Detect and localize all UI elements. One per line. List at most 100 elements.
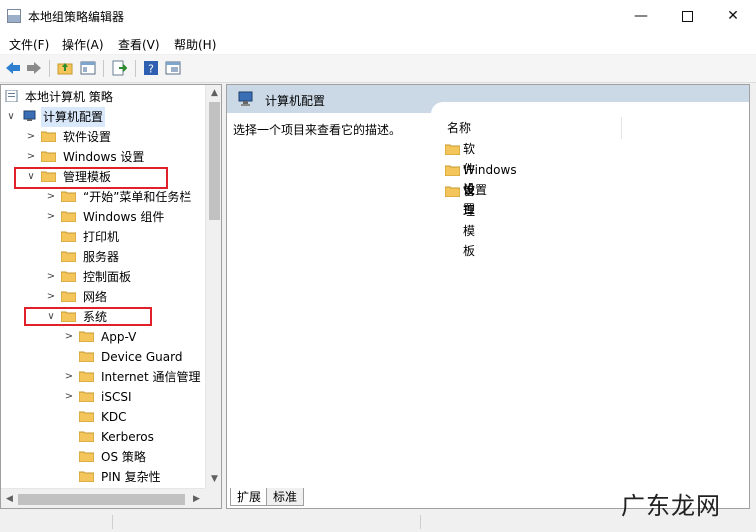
folder-icon bbox=[79, 451, 94, 462]
tree-pane[interactable]: 本地计算机 策略 ∨ 计算机配置 > 软件设置 > Windows 设置 ∨ 管… bbox=[0, 84, 222, 509]
list-item-label: 管理模板 bbox=[463, 184, 476, 258]
scroll-right-icon[interactable]: ▶ bbox=[188, 491, 205, 507]
tree-label: 本地计算机 策略 bbox=[25, 90, 113, 104]
header-curve bbox=[431, 102, 749, 114]
maximize-icon bbox=[681, 10, 693, 22]
scroll-up-icon[interactable]: ▲ bbox=[206, 85, 221, 101]
folder-icon bbox=[79, 331, 94, 342]
tree-label: “开始”菜单和任务栏 bbox=[83, 190, 192, 204]
tree-horizontal-scrollbar[interactable]: ◀ ▶ bbox=[1, 488, 205, 508]
tree-label: 服务器 bbox=[83, 250, 120, 264]
chevron-right-icon[interactable]: > bbox=[63, 327, 75, 347]
watermark-text: 广东龙网 bbox=[621, 492, 721, 520]
tree-vertical-scrollbar[interactable]: ▲ ▼ bbox=[205, 85, 221, 488]
chevron-down-icon[interactable]: ∨ bbox=[5, 107, 17, 127]
tree-label: Windows 设置 bbox=[63, 150, 145, 164]
tree-label: Windows 组件 bbox=[83, 210, 165, 224]
folder-icon bbox=[61, 191, 76, 202]
help-icon[interactable]: ? bbox=[143, 60, 159, 76]
highlight-admin-templates bbox=[14, 167, 168, 189]
chevron-right-icon[interactable]: > bbox=[25, 147, 37, 167]
tree-label: App-V bbox=[101, 330, 137, 344]
tree-label: Device Guard bbox=[101, 350, 183, 364]
folder-icon bbox=[61, 211, 76, 222]
column-header-label: 名称 bbox=[447, 121, 472, 135]
column-header-name[interactable]: 名称 bbox=[435, 117, 622, 139]
folder-icon bbox=[79, 471, 94, 482]
folder-icon bbox=[61, 231, 76, 242]
tree-label: Internet 通信管理 bbox=[101, 370, 201, 384]
folder-icon bbox=[445, 144, 460, 155]
computer-icon bbox=[23, 110, 36, 121]
menu-view[interactable]: 查看(V) bbox=[118, 36, 160, 53]
folder-icon bbox=[41, 151, 56, 162]
minimize-button[interactable]: — bbox=[618, 0, 664, 32]
back-arrow-icon[interactable] bbox=[5, 60, 21, 76]
folder-icon bbox=[41, 131, 56, 142]
folder-icon bbox=[61, 291, 76, 302]
chevron-right-icon[interactable]: > bbox=[45, 187, 57, 207]
tree-label: PIN 复杂性 bbox=[101, 470, 161, 484]
highlight-system bbox=[24, 307, 152, 326]
chevron-right-icon[interactable]: > bbox=[45, 287, 57, 307]
tree-label: iSCSI bbox=[101, 390, 132, 404]
chevron-right-icon[interactable]: > bbox=[45, 207, 57, 227]
details-header: 计算机配置 bbox=[227, 85, 749, 114]
folder-icon bbox=[61, 251, 76, 262]
scroll-thumb[interactable] bbox=[18, 494, 185, 505]
up-folder-icon[interactable] bbox=[57, 60, 73, 76]
chevron-right-icon[interactable]: > bbox=[63, 367, 75, 387]
menu-help[interactable]: 帮助(H) bbox=[174, 36, 216, 53]
scroll-corner bbox=[205, 488, 221, 508]
menu-file[interactable]: 文件(F) bbox=[9, 36, 49, 53]
folder-icon bbox=[61, 271, 76, 282]
title-bar: 本地组策略编辑器 — ✕ bbox=[0, 0, 756, 32]
svg-text:?: ? bbox=[148, 63, 154, 76]
close-button[interactable]: ✕ bbox=[710, 0, 756, 32]
scroll-left-icon[interactable]: ◀ bbox=[1, 491, 18, 507]
tab-extended[interactable]: 扩展 bbox=[230, 488, 269, 506]
tab-standard[interactable]: 标准 bbox=[266, 488, 305, 506]
maximize-button[interactable] bbox=[664, 0, 710, 32]
tree-label: 计算机配置 bbox=[41, 107, 106, 127]
details-title: 计算机配置 bbox=[265, 94, 326, 108]
folder-icon bbox=[79, 411, 94, 422]
folder-icon bbox=[79, 431, 94, 442]
policy-document-icon bbox=[5, 90, 18, 102]
menu-bar: 文件(F) 操作(A) 查看(V) 帮助(H) bbox=[0, 32, 756, 54]
chevron-right-icon[interactable]: > bbox=[45, 267, 57, 287]
tree-label: Kerberos bbox=[101, 430, 154, 444]
details-pane[interactable]: 计算机配置 选择一个项目来查看它的描述。 名称 软件设置 Windows 设置 … bbox=[226, 84, 750, 509]
app-icon bbox=[7, 9, 21, 23]
folder-icon bbox=[445, 186, 460, 197]
window-title: 本地组策略编辑器 bbox=[28, 10, 125, 24]
folder-icon bbox=[79, 391, 94, 402]
tree-label: 软件设置 bbox=[63, 130, 112, 144]
tree-label: KDC bbox=[101, 410, 127, 424]
scroll-down-icon[interactable]: ▼ bbox=[206, 471, 221, 487]
show-hide-tree-icon[interactable] bbox=[80, 60, 96, 76]
scroll-thumb[interactable] bbox=[209, 102, 220, 220]
tree-label: 打印机 bbox=[83, 230, 120, 244]
tree-label: 控制面板 bbox=[83, 270, 132, 284]
export-list-icon[interactable] bbox=[111, 60, 127, 76]
chevron-right-icon[interactable]: > bbox=[25, 127, 37, 147]
folder-icon bbox=[79, 351, 94, 362]
view-tabs: 扩展 标准 bbox=[226, 486, 526, 508]
toolbar: ? bbox=[0, 55, 756, 83]
chevron-right-icon[interactable]: > bbox=[63, 387, 75, 407]
folder-icon bbox=[79, 371, 94, 382]
description-text: 选择一个项目来查看它的描述。 bbox=[233, 123, 402, 137]
tree-label: 网络 bbox=[83, 290, 108, 304]
computer-icon bbox=[238, 91, 253, 106]
properties-view-icon[interactable] bbox=[165, 60, 181, 76]
forward-arrow-icon[interactable] bbox=[26, 60, 42, 76]
menu-action[interactable]: 操作(A) bbox=[62, 36, 104, 53]
